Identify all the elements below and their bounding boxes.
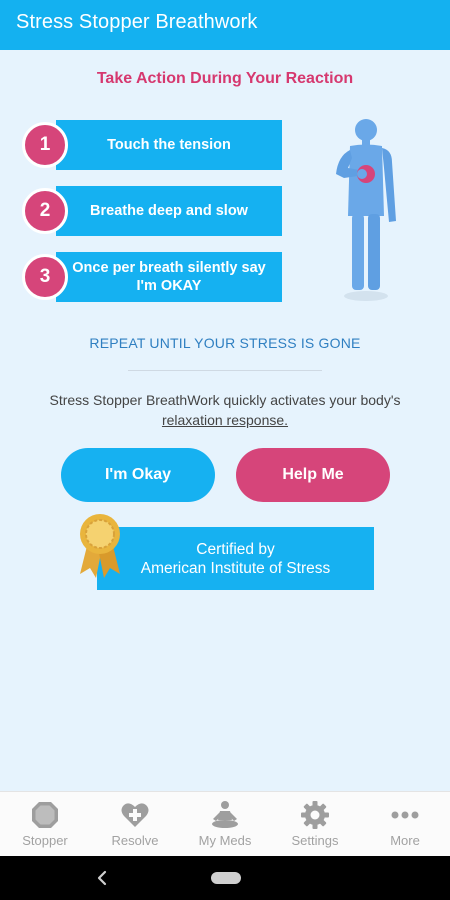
step-2: Breathe deep and slow 2 xyxy=(22,186,284,236)
step-1: Touch the tension 1 xyxy=(22,120,284,170)
nav-stopper-label: Stopper xyxy=(22,833,68,848)
description-text: Stress Stopper BreathWork quickly activa… xyxy=(49,392,401,408)
nav-my-meds[interactable]: My Meds xyxy=(180,792,270,857)
certification-line-1: Certified by xyxy=(196,540,275,558)
nav-resolve[interactable]: Resolve xyxy=(90,792,180,857)
step-1-text: Touch the tension xyxy=(56,120,282,170)
certification-line-2: American Institute of Stress xyxy=(140,559,331,577)
im-okay-button[interactable]: I'm Okay xyxy=(61,448,215,502)
heart-plus-icon xyxy=(121,803,149,827)
step-3: Once per breath silently say I'm OKAY 3 xyxy=(22,252,284,302)
step-3-text: Once per breath silently say I'm OKAY xyxy=(56,252,282,302)
back-chevron-icon[interactable] xyxy=(95,868,109,888)
relaxation-response-link[interactable]: relaxation response. xyxy=(162,412,288,428)
step-2-text: Breathe deep and slow xyxy=(56,186,282,236)
more-dots-icon xyxy=(391,811,419,819)
divider xyxy=(128,370,322,371)
step-1-number: 1 xyxy=(22,122,68,168)
repeat-instruction: REPEAT UNTIL YOUR STRESS IS GONE xyxy=(89,335,361,351)
gear-icon xyxy=(301,801,329,829)
nav-stopper[interactable]: Stopper xyxy=(0,792,90,857)
certification-banner: Certified by American Institute of Stres… xyxy=(97,527,374,590)
nav-settings[interactable]: Settings xyxy=(270,792,360,857)
bottom-navigation: Stopper Resolve My Meds Settings More xyxy=(0,791,450,856)
octagon-stop-icon xyxy=(32,802,58,828)
nav-my-meds-label: My Meds xyxy=(198,833,252,848)
description: Stress Stopper BreathWork quickly activa… xyxy=(20,390,430,430)
meditation-icon xyxy=(212,801,238,828)
nav-resolve-label: Resolve xyxy=(111,833,159,848)
human-figure-icon xyxy=(336,119,396,301)
nav-more[interactable]: More xyxy=(360,792,450,857)
step-2-number: 2 xyxy=(22,188,68,234)
app-bar: Stress Stopper Breathwork xyxy=(0,0,450,50)
system-navigation-bar xyxy=(0,856,450,900)
app-title: Stress Stopper Breathwork xyxy=(16,11,258,33)
main-content: Take Action During Your Reaction Touch t… xyxy=(0,50,450,791)
step-3-number: 3 xyxy=(22,254,68,300)
award-ribbon-icon xyxy=(80,514,120,578)
help-me-button[interactable]: Help Me xyxy=(236,448,390,502)
nav-settings-label: Settings xyxy=(291,833,339,848)
headline: Take Action During Your Reaction xyxy=(96,70,354,87)
nav-more-label: More xyxy=(390,833,420,848)
home-pill-button[interactable] xyxy=(211,872,241,884)
